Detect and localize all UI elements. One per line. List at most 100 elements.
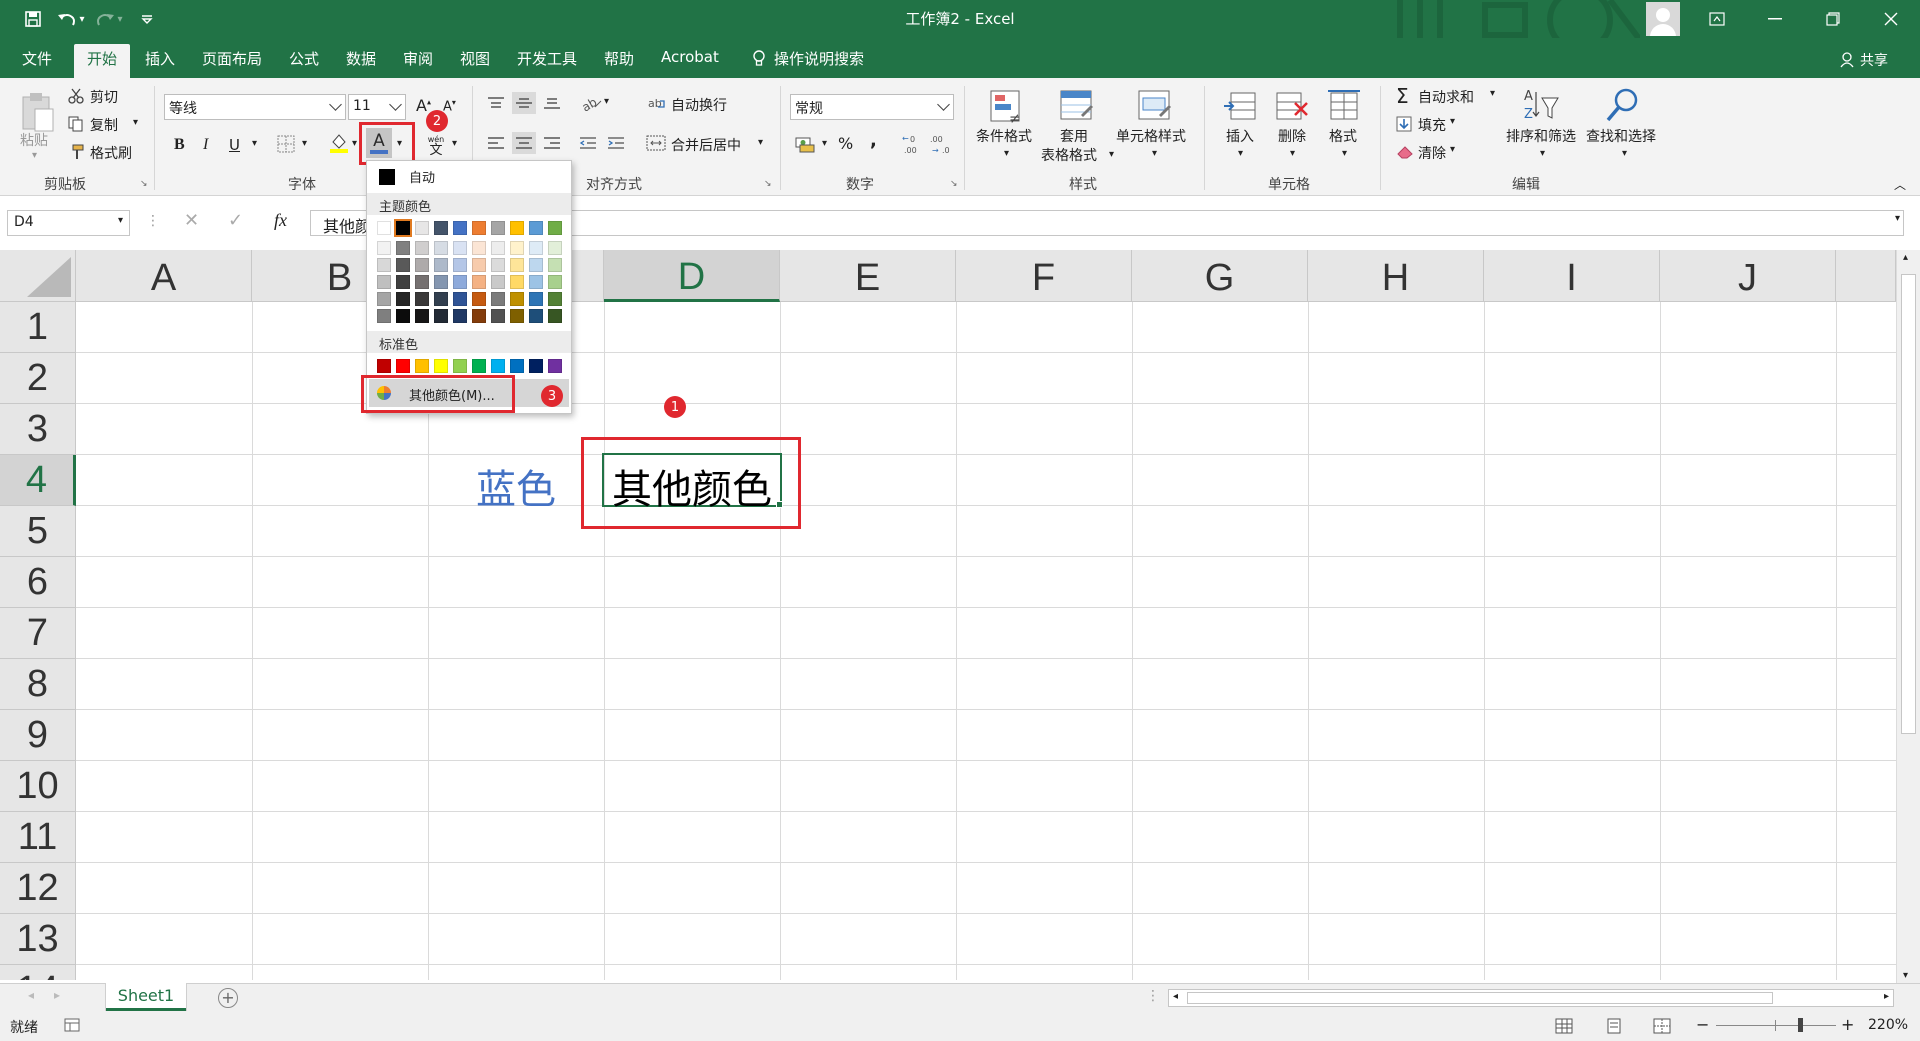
theme-color-swatch[interactable] xyxy=(491,258,505,272)
row-header-12[interactable]: 12 xyxy=(0,863,76,914)
decrease-font-size-icon[interactable]: A▾ xyxy=(443,98,456,114)
font-size-select[interactable]: 11 xyxy=(348,94,406,120)
theme-color-swatch[interactable] xyxy=(453,241,467,255)
standard-color-swatch[interactable] xyxy=(377,359,391,373)
theme-color-swatch[interactable] xyxy=(548,258,562,272)
column-header-a[interactable]: A xyxy=(76,250,252,302)
standard-color-swatch[interactable] xyxy=(491,359,505,373)
borders-icon[interactable] xyxy=(276,134,296,154)
theme-color-swatch[interactable] xyxy=(510,275,524,289)
cancel-entry-icon[interactable]: ✕ xyxy=(184,210,199,231)
wrap-text-button[interactable]: 自动换行 xyxy=(671,95,727,115)
column-header-f[interactable]: F xyxy=(956,250,1132,302)
font-name-select[interactable]: 等线 xyxy=(164,94,346,120)
tab-formulas[interactable]: 公式 xyxy=(289,48,319,69)
cell-c4[interactable]: 蓝色 xyxy=(476,457,556,515)
theme-color-swatch[interactable] xyxy=(396,275,410,289)
theme-color-swatch[interactable] xyxy=(491,292,505,306)
standard-color-swatch[interactable] xyxy=(510,359,524,373)
theme-color-swatch[interactable] xyxy=(529,221,543,235)
tab-file[interactable]: 文件 xyxy=(22,48,52,69)
theme-color-swatch[interactable] xyxy=(472,275,486,289)
tab-developer[interactable]: 开发工具 xyxy=(517,48,577,69)
name-box-dropdown-icon[interactable]: ▾ xyxy=(118,215,123,226)
copy-button[interactable]: 复制 xyxy=(90,115,118,135)
column-header-i[interactable]: I xyxy=(1484,250,1660,302)
theme-color-swatch[interactable] xyxy=(415,241,429,255)
theme-color-swatch[interactable] xyxy=(453,309,467,323)
theme-color-swatch[interactable] xyxy=(491,275,505,289)
name-box[interactable]: D4 ▾ xyxy=(7,210,130,236)
merge-center-button[interactable]: 合并后居中 xyxy=(671,135,741,155)
theme-color-swatch[interactable] xyxy=(453,292,467,306)
theme-color-swatch[interactable] xyxy=(491,309,505,323)
vertical-scroll-thumb[interactable] xyxy=(1901,274,1916,734)
close-icon[interactable] xyxy=(1862,0,1920,38)
standard-color-swatch[interactable] xyxy=(472,359,486,373)
worksheet-grid[interactable]: A B C D E F G H I J 1 2 3 4 5 6 7 8 9 10… xyxy=(0,250,1896,980)
standard-color-swatch[interactable] xyxy=(396,359,410,373)
theme-color-swatch[interactable] xyxy=(377,241,391,255)
theme-color-swatch[interactable] xyxy=(377,309,391,323)
underline-dropdown-icon[interactable]: ▾ xyxy=(252,138,257,149)
alignment-launcher-icon[interactable]: ↘ xyxy=(764,179,772,189)
theme-color-swatch[interactable] xyxy=(377,275,391,289)
insert-dropdown-icon[interactable]: ▾ xyxy=(1238,148,1243,159)
theme-color-swatch[interactable] xyxy=(434,275,448,289)
clipboard-launcher-icon[interactable]: ↘ xyxy=(140,179,148,189)
conditional-formatting-button[interactable]: 条件格式 xyxy=(976,128,1032,146)
prev-sheet-icon[interactable]: ◂ xyxy=(28,988,34,1002)
format-as-table-dropdown-icon[interactable]: ▾ xyxy=(1109,149,1114,160)
delete-dropdown-icon[interactable]: ▾ xyxy=(1290,148,1295,159)
column-header-g[interactable]: G xyxy=(1132,250,1308,302)
standard-color-swatch[interactable] xyxy=(548,359,562,373)
paste-button[interactable]: 粘贴 xyxy=(20,130,48,150)
page-break-view-icon[interactable] xyxy=(1652,1017,1672,1035)
tab-view[interactable]: 视图 xyxy=(460,48,490,69)
restore-icon[interactable] xyxy=(1804,0,1862,38)
italic-button[interactable]: I xyxy=(203,136,208,154)
autosum-button[interactable]: 自动求和 xyxy=(1418,87,1474,107)
theme-color-swatch[interactable] xyxy=(491,241,505,255)
fill-dropdown-icon[interactable]: ▾ xyxy=(1450,116,1455,127)
row-header-13[interactable]: 13 xyxy=(0,914,76,965)
zoom-out-icon[interactable]: − xyxy=(1696,1015,1709,1034)
theme-color-swatch[interactable] xyxy=(396,292,410,306)
number-format-select[interactable]: 常规 xyxy=(790,94,954,120)
ribbon-display-options-icon[interactable] xyxy=(1688,0,1746,38)
theme-color-swatch[interactable] xyxy=(491,221,505,235)
orientation-dropdown-icon[interactable]: ▾ xyxy=(604,96,609,107)
number-launcher-icon[interactable]: ↘ xyxy=(950,179,958,189)
align-top-icon[interactable] xyxy=(484,92,508,114)
minimize-icon[interactable] xyxy=(1746,0,1804,38)
theme-color-swatch[interactable] xyxy=(415,309,429,323)
sort-filter-dropdown-icon[interactable]: ▾ xyxy=(1540,148,1545,159)
standard-color-swatch[interactable] xyxy=(453,359,467,373)
row-header-5[interactable]: 5 xyxy=(0,506,76,557)
theme-color-swatch[interactable] xyxy=(377,292,391,306)
theme-color-swatch[interactable] xyxy=(510,292,524,306)
auto-color-option[interactable]: 自动 xyxy=(409,167,435,186)
tab-help[interactable]: 帮助 xyxy=(604,48,634,69)
decrease-indent-icon[interactable] xyxy=(576,132,600,154)
paste-dropdown-icon[interactable]: ▾ xyxy=(32,150,37,161)
row-header-1[interactable]: 1 xyxy=(0,302,76,353)
percent-style-button[interactable]: % xyxy=(838,134,853,153)
theme-color-swatch[interactable] xyxy=(510,258,524,272)
format-cells-button[interactable]: 格式 xyxy=(1329,128,1357,146)
horizontal-scroll-thumb[interactable] xyxy=(1187,992,1773,1004)
delete-cells-button[interactable]: 删除 xyxy=(1278,128,1306,146)
scroll-down-icon[interactable]: ▾ xyxy=(1903,970,1908,981)
format-as-table-line1[interactable]: 套用 xyxy=(1060,128,1088,146)
standard-color-swatch[interactable] xyxy=(415,359,429,373)
theme-color-swatch[interactable] xyxy=(472,241,486,255)
tab-insert[interactable]: 插入 xyxy=(145,48,175,69)
theme-color-swatch[interactable] xyxy=(396,309,410,323)
theme-color-swatch[interactable] xyxy=(434,221,448,235)
theme-color-swatch[interactable] xyxy=(415,292,429,306)
zoom-slider[interactable] xyxy=(1716,1025,1836,1026)
user-avatar[interactable] xyxy=(1646,2,1680,36)
redo-icon[interactable]: ▾ xyxy=(94,4,124,34)
row-header-3[interactable]: 3 xyxy=(0,404,76,455)
column-header-h[interactable]: H xyxy=(1308,250,1484,302)
